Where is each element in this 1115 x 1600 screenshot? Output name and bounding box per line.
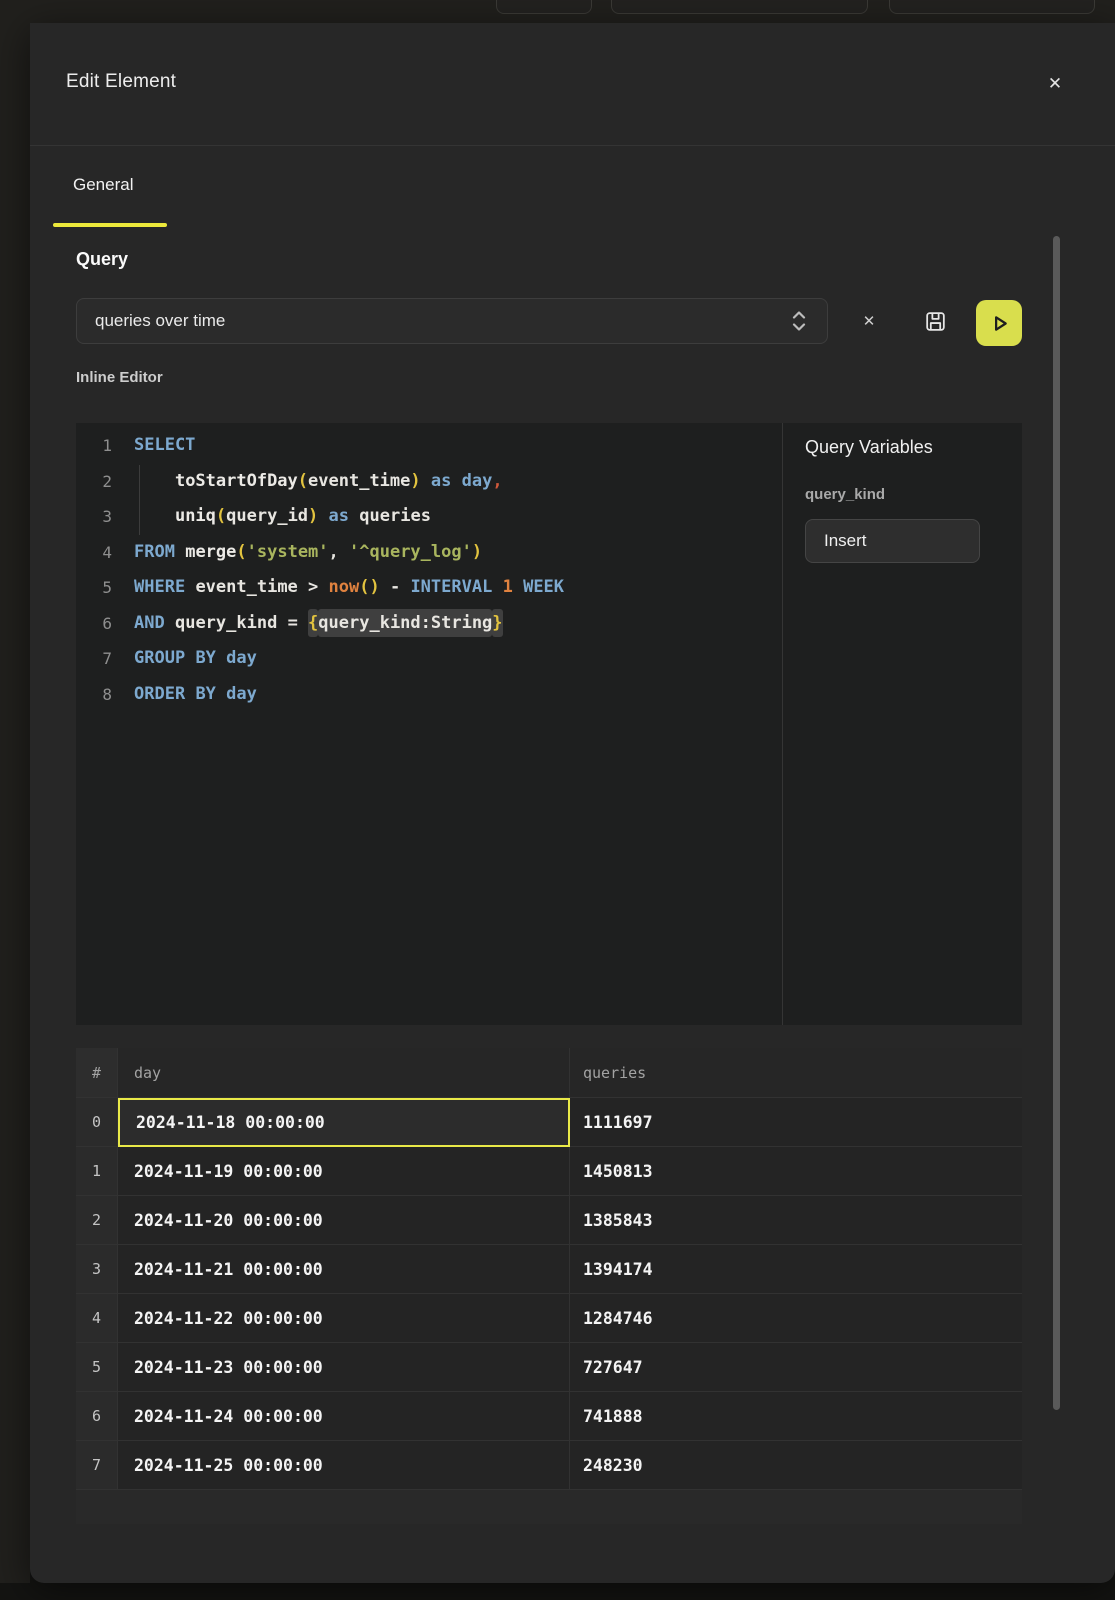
- code-line[interactable]: 6 AND query_kind = {query_kind:String}: [76, 606, 782, 642]
- chevron-up-down-icon: [789, 308, 809, 334]
- day-cell[interactable]: 2024-11-18 00:00:00: [118, 1098, 570, 1147]
- screen: Edit Element ✕ General Query queries ove…: [0, 0, 1115, 1600]
- queries-cell[interactable]: 727647: [570, 1343, 1022, 1392]
- query-select[interactable]: queries over time: [76, 298, 828, 344]
- line-number: 4: [76, 535, 112, 571]
- code-line[interactable]: 4 FROM merge('system', '^query_log'): [76, 535, 782, 571]
- line-number: 8: [76, 677, 112, 713]
- table-body: 02024-11-18 00:00:00111169712024-11-19 0…: [76, 1098, 1022, 1490]
- column-header-index[interactable]: #: [76, 1048, 118, 1098]
- code-text: AND query_kind = {query_kind:String}: [134, 606, 503, 642]
- insert-variable-button[interactable]: Insert: [805, 519, 980, 563]
- code-text: uniq(query_id) as queries: [134, 499, 431, 535]
- active-tab-underline: [53, 223, 167, 227]
- code-line[interactable]: 8 ORDER BY day: [76, 677, 782, 713]
- day-cell[interactable]: 2024-11-20 00:00:00: [118, 1196, 570, 1245]
- row-index-cell[interactable]: 7: [76, 1441, 118, 1490]
- tab-general[interactable]: General: [73, 175, 133, 195]
- query-variables-panel: Query Variables query_kind Insert: [782, 423, 1022, 1025]
- vertical-scrollbar[interactable]: [1053, 236, 1060, 1410]
- inline-editor-container: 1SELECT2 toStartOfDay(event_time) as day…: [76, 423, 1022, 1025]
- code-text: FROM merge('system', '^query_log'): [134, 535, 482, 571]
- table-row: 12024-11-19 00:00:001450813: [76, 1147, 1022, 1196]
- query-variables-heading: Query Variables: [805, 437, 1000, 458]
- code-text: GROUP BY day: [134, 641, 257, 677]
- table-footer-strip: [76, 1490, 1022, 1524]
- line-number: 6: [76, 606, 112, 642]
- table-row: 62024-11-24 00:00:00741888: [76, 1392, 1022, 1441]
- indent-guide: [139, 465, 140, 535]
- play-icon: [986, 310, 1013, 337]
- sql-code-editor[interactable]: 1SELECT2 toStartOfDay(event_time) as day…: [76, 423, 782, 1025]
- results-table: # day queries 02024-11-18 00:00:00111169…: [76, 1048, 1022, 1524]
- day-cell[interactable]: 2024-11-21 00:00:00: [118, 1245, 570, 1294]
- queries-cell[interactable]: 1284746: [570, 1294, 1022, 1343]
- day-cell[interactable]: 2024-11-25 00:00:00: [118, 1441, 570, 1490]
- table-row: 22024-11-20 00:00:001385843: [76, 1196, 1022, 1245]
- code-text: toStartOfDay(event_time) as day,: [134, 464, 503, 500]
- variable-name-label: query_kind: [805, 486, 1000, 503]
- line-number: 5: [76, 570, 112, 606]
- queries-cell[interactable]: 248230: [570, 1441, 1022, 1490]
- queries-cell[interactable]: 1111697: [570, 1098, 1022, 1147]
- column-header-queries[interactable]: queries: [570, 1048, 1022, 1098]
- day-cell[interactable]: 2024-11-22 00:00:00: [118, 1294, 570, 1343]
- code-line[interactable]: 7 GROUP BY day: [76, 641, 782, 677]
- day-cell[interactable]: 2024-11-23 00:00:00: [118, 1343, 570, 1392]
- modal-title: Edit Element: [66, 71, 176, 93]
- table-row: 72024-11-25 00:00:00248230: [76, 1441, 1022, 1490]
- clear-query-button[interactable]: ✕: [854, 306, 884, 336]
- inline-editor-label: Inline Editor: [76, 369, 163, 386]
- table-row: 52024-11-23 00:00:00727647: [76, 1343, 1022, 1392]
- day-cell[interactable]: 2024-11-19 00:00:00: [118, 1147, 570, 1196]
- code-line[interactable]: 3 uniq(query_id) as queries: [76, 499, 782, 535]
- code-line[interactable]: 2 toStartOfDay(event_time) as day,: [76, 464, 782, 500]
- row-index-cell[interactable]: 4: [76, 1294, 118, 1343]
- line-number: 3: [76, 499, 112, 535]
- code-text: ORDER BY day: [134, 677, 257, 713]
- table-header-row: # day queries: [76, 1048, 1022, 1098]
- clear-icon: ✕: [863, 312, 876, 330]
- queries-cell[interactable]: 741888: [570, 1392, 1022, 1441]
- code-text: SELECT: [134, 428, 195, 464]
- row-index-cell[interactable]: 2: [76, 1196, 118, 1245]
- query-select-value: queries over time: [95, 311, 789, 331]
- background-page-strip: [0, 0, 1115, 23]
- background-page-strip-left: [0, 23, 30, 1583]
- queries-cell[interactable]: 1394174: [570, 1245, 1022, 1294]
- run-query-button[interactable]: [976, 300, 1022, 346]
- table-row: 32024-11-21 00:00:001394174: [76, 1245, 1022, 1294]
- code-text: WHERE event_time > now() - INTERVAL 1 WE…: [134, 570, 564, 606]
- background-toolbar-button[interactable]: [889, 0, 1095, 14]
- row-index-cell[interactable]: 6: [76, 1392, 118, 1441]
- line-number: 2: [76, 464, 112, 500]
- save-floppy-icon: [923, 309, 948, 334]
- queries-cell[interactable]: 1450813: [570, 1147, 1022, 1196]
- row-index-cell[interactable]: 0: [76, 1098, 118, 1147]
- save-query-button[interactable]: [920, 306, 950, 336]
- background-toolbar-button[interactable]: [496, 0, 592, 14]
- row-index-cell[interactable]: 1: [76, 1147, 118, 1196]
- close-icon[interactable]: ✕: [1040, 69, 1070, 99]
- table-row: 42024-11-22 00:00:001284746: [76, 1294, 1022, 1343]
- line-number: 1: [76, 428, 112, 464]
- edit-element-modal: Edit Element ✕ General Query queries ove…: [30, 23, 1115, 1583]
- row-index-cell[interactable]: 5: [76, 1343, 118, 1392]
- row-index-cell[interactable]: 3: [76, 1245, 118, 1294]
- code-line[interactable]: 5 WHERE event_time > now() - INTERVAL 1 W…: [76, 570, 782, 606]
- line-number: 7: [76, 641, 112, 677]
- column-header-day[interactable]: day: [118, 1048, 570, 1098]
- code-line[interactable]: 1 SELECT: [76, 428, 782, 464]
- background-toolbar-button[interactable]: [611, 0, 868, 14]
- queries-cell[interactable]: 1385843: [570, 1196, 1022, 1245]
- header-divider: [30, 145, 1115, 146]
- day-cell[interactable]: 2024-11-24 00:00:00: [118, 1392, 570, 1441]
- table-row: 02024-11-18 00:00:001111697: [76, 1098, 1022, 1147]
- query-section-heading: Query: [76, 249, 128, 270]
